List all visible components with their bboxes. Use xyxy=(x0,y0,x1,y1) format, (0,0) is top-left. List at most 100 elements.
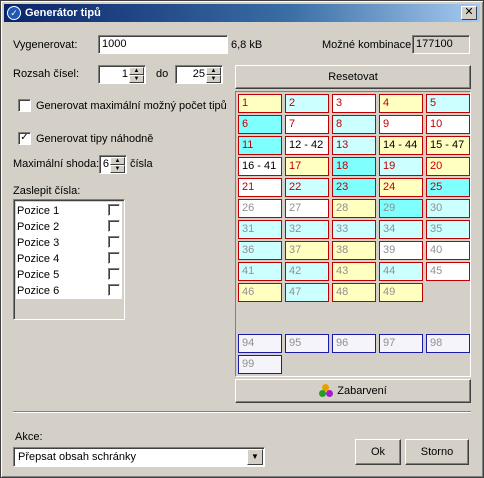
number-cell[interactable]: 98 xyxy=(426,334,470,353)
range-to-value: 25 xyxy=(192,68,205,80)
position-label: Pozice 4 xyxy=(17,253,60,265)
number-cell[interactable]: 99 xyxy=(238,355,282,374)
number-cell[interactable]: 22 xyxy=(285,178,329,197)
chevron-down-icon[interactable]: ▼ xyxy=(247,449,263,465)
number-cell[interactable]: 30 xyxy=(426,199,470,218)
number-cell[interactable]: 97 xyxy=(379,334,423,353)
number-cell[interactable]: 11 xyxy=(238,136,282,155)
number-cell[interactable]: 27 xyxy=(285,199,329,218)
range-from-spinner[interactable]: 1 ▲ ▼ xyxy=(98,65,146,84)
cancel-button[interactable]: Storno xyxy=(405,439,469,465)
number-cell[interactable]: 12 - 42 xyxy=(285,136,329,155)
number-cell[interactable]: 26 xyxy=(238,199,282,218)
spin-up-icon[interactable]: ▲ xyxy=(129,67,144,75)
action-select[interactable]: Přepsat obsah schránky ▼ xyxy=(13,447,265,467)
list-item[interactable]: Pozice 5 xyxy=(16,267,120,283)
number-cell[interactable]: 1 xyxy=(238,94,282,113)
number-cell[interactable]: 37 xyxy=(285,241,329,260)
position-checkbox[interactable] xyxy=(108,284,120,296)
number-cell[interactable]: 17 xyxy=(285,157,329,176)
number-cell[interactable]: 24 xyxy=(379,178,423,197)
number-cell[interactable]: 39 xyxy=(379,241,423,260)
range-to-spinner[interactable]: 25 ▲ ▼ xyxy=(175,65,223,84)
spin-up-icon[interactable]: ▲ xyxy=(206,67,221,75)
number-cell[interactable]: 35 xyxy=(426,220,470,239)
number-cell[interactable]: 34 xyxy=(379,220,423,239)
random-tips-checkbox[interactable]: ✓ xyxy=(18,132,31,145)
ok-button[interactable]: Ok xyxy=(355,439,401,465)
number-cell[interactable]: 31 xyxy=(238,220,282,239)
number-cell[interactable]: 6 xyxy=(238,115,282,134)
list-item[interactable]: Pozice 1 xyxy=(16,203,120,219)
range-to-label: do xyxy=(156,68,169,80)
number-cell[interactable]: 28 xyxy=(332,199,376,218)
number-cell[interactable]: 49 xyxy=(379,283,423,302)
list-item[interactable]: Pozice 3 xyxy=(16,235,120,251)
number-cell[interactable]: 43 xyxy=(332,262,376,281)
max-match-spinner[interactable]: 6 ▲ ▼ xyxy=(99,155,127,174)
position-checkbox[interactable] xyxy=(108,252,120,264)
number-cell[interactable]: 7 xyxy=(285,115,329,134)
number-cell[interactable]: 96 xyxy=(332,334,376,353)
number-cell[interactable]: 47 xyxy=(285,283,329,302)
number-cell[interactable]: 15 - 47 xyxy=(426,136,470,155)
position-checkbox[interactable] xyxy=(108,236,120,248)
max-match-label: Maximální shoda: xyxy=(13,158,100,170)
action-label: Akce: xyxy=(15,431,43,443)
random-tips-label: Generovat tipy náhodně xyxy=(36,133,154,145)
position-checkbox[interactable] xyxy=(108,220,120,232)
number-cell[interactable]: 46 xyxy=(238,283,282,302)
number-cell[interactable]: 23 xyxy=(332,178,376,197)
position-checkbox[interactable] xyxy=(108,268,120,280)
number-cell[interactable]: 33 xyxy=(332,220,376,239)
number-cell[interactable]: 13 xyxy=(332,136,376,155)
separator xyxy=(13,411,471,413)
max-tips-label: Generovat maximální možný počet tipů xyxy=(36,100,227,112)
position-label: Pozice 6 xyxy=(17,285,60,297)
list-item[interactable]: Pozice 6 xyxy=(16,283,120,299)
number-cell[interactable]: 25 xyxy=(426,178,470,197)
number-cell[interactable]: 2 xyxy=(285,94,329,113)
number-cell[interactable]: 9 xyxy=(379,115,423,134)
number-cell[interactable]: 32 xyxy=(285,220,329,239)
number-cell[interactable]: 40 xyxy=(426,241,470,260)
number-cell[interactable]: 16 - 41 xyxy=(238,157,282,176)
number-cell[interactable]: 14 - 44 xyxy=(379,136,423,155)
number-cell[interactable]: 45 xyxy=(426,262,470,281)
generate-label: Vygenerovat: xyxy=(13,39,78,51)
number-cell[interactable]: 10 xyxy=(426,115,470,134)
number-cell[interactable]: 48 xyxy=(332,283,376,302)
number-cell[interactable]: 38 xyxy=(332,241,376,260)
coloring-button[interactable]: Zabarvení xyxy=(235,379,471,403)
max-tips-checkbox[interactable] xyxy=(18,99,31,112)
number-cell[interactable]: 41 xyxy=(238,262,282,281)
number-cell[interactable]: 20 xyxy=(426,157,470,176)
position-checkbox[interactable] xyxy=(108,204,120,216)
title-bar: ✓ Generátor tipů ✕ xyxy=(4,4,480,22)
spin-down-icon[interactable]: ▼ xyxy=(129,75,144,83)
coloring-label: Zabarvení xyxy=(337,385,387,397)
number-cell[interactable]: 94 xyxy=(238,334,282,353)
number-cell[interactable]: 29 xyxy=(379,199,423,218)
generate-count-input[interactable]: 1000 xyxy=(98,35,228,54)
number-cell[interactable]: 4 xyxy=(379,94,423,113)
list-item[interactable]: Pozice 4 xyxy=(16,251,120,267)
number-cell[interactable]: 44 xyxy=(379,262,423,281)
close-button[interactable]: ✕ xyxy=(461,6,477,20)
spin-down-icon[interactable]: ▼ xyxy=(206,75,221,83)
number-cell[interactable]: 21 xyxy=(238,178,282,197)
reset-button[interactable]: Resetovat xyxy=(235,65,471,89)
spin-up-icon[interactable]: ▲ xyxy=(110,157,125,165)
list-item[interactable]: Pozice 2 xyxy=(16,219,120,235)
number-cell[interactable]: 18 xyxy=(332,157,376,176)
number-cell[interactable]: 42 xyxy=(285,262,329,281)
number-cell[interactable]: 36 xyxy=(238,241,282,260)
number-cell[interactable]: 3 xyxy=(332,94,376,113)
palette-icon xyxy=(319,384,334,398)
number-cell[interactable]: 8 xyxy=(332,115,376,134)
number-cell[interactable]: 95 xyxy=(285,334,329,353)
number-cell[interactable]: 19 xyxy=(379,157,423,176)
positions-list[interactable]: Pozice 1 Pozice 2 Pozice 3 Pozice 4 Pozice 5… xyxy=(13,199,125,320)
spin-down-icon[interactable]: ▼ xyxy=(110,165,125,173)
number-cell[interactable]: 5 xyxy=(426,94,470,113)
